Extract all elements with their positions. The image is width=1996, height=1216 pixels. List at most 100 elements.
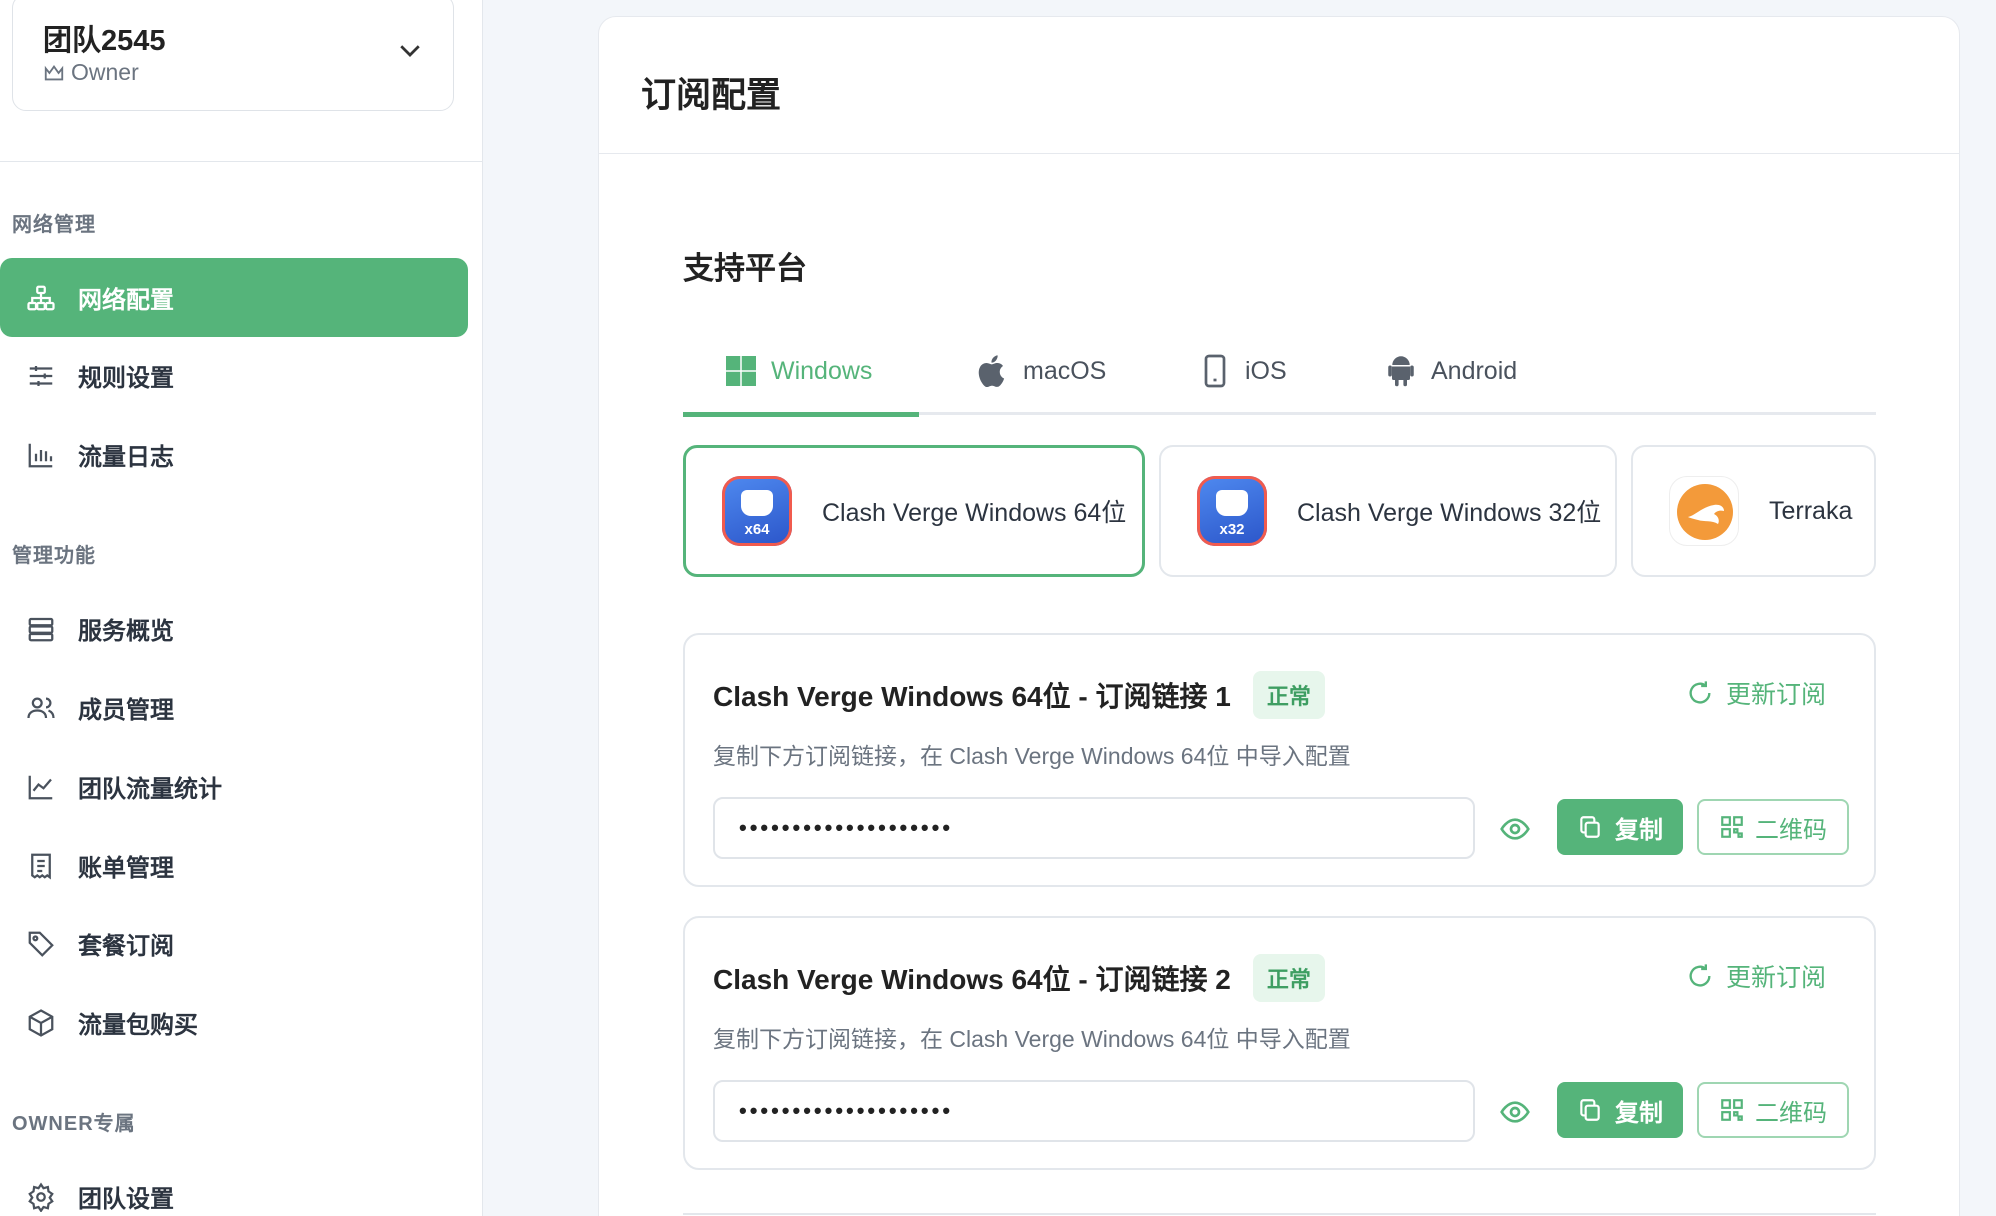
- refresh-subscription-button[interactable]: 更新订阅: [1686, 958, 1826, 994]
- terraka-icon: [1669, 476, 1739, 546]
- subscription-config-card: 订阅配置 支持平台 Windows macOS iOS Android x64 …: [598, 16, 1960, 1216]
- subscription-description: 复制下方订阅链接，在 Clash Verge Windows 64位 中导入配置: [713, 1026, 1351, 1052]
- eye-icon[interactable]: [1499, 1096, 1531, 1128]
- receipt-icon: [31, 853, 51, 879]
- status-badge: 正常: [1252, 671, 1325, 719]
- client-clash-verge-x64[interactable]: x64 Clash Verge Windows 64位: [683, 445, 1145, 577]
- qrcode-icon: [1721, 816, 1743, 838]
- qrcode-button[interactable]: 二维码: [1697, 799, 1849, 855]
- subscription-description: 复制下方订阅链接，在 Clash Verge Windows 64位 中导入配置: [713, 743, 1351, 769]
- sidebar-item-label: 网络配置: [78, 287, 174, 314]
- sidebar-item-rules[interactable]: 规则设置: [0, 336, 468, 415]
- team-name: 团队2545: [43, 25, 166, 57]
- sidebar-item-team-settings[interactable]: 团队设置: [0, 1157, 468, 1216]
- refresh-subscription-button[interactable]: 更新订阅: [1686, 675, 1826, 711]
- tag-icon: [28, 931, 54, 957]
- tab-label: Windows: [771, 356, 873, 385]
- copy-label: 复制: [1615, 1099, 1663, 1127]
- sidebar-item-network-config[interactable]: 网络配置: [0, 258, 468, 337]
- sidebar-item-label: 流量日志: [78, 444, 174, 471]
- qrcode-label: 二维码: [1755, 1099, 1827, 1127]
- sliders-icon: [29, 365, 53, 386]
- copy-button[interactable]: 复制: [1557, 799, 1683, 855]
- bar-chart-icon: [28, 443, 53, 467]
- qrcode-button[interactable]: 二维码: [1697, 1082, 1849, 1138]
- sidebar-item-billing[interactable]: 账单管理: [0, 826, 468, 905]
- sidebar-item-label: 成员管理: [78, 697, 174, 724]
- copy-label: 复制: [1615, 816, 1663, 844]
- apple-icon: [978, 355, 1005, 388]
- refresh-icon: [1689, 964, 1711, 987]
- team-switcher[interactable]: 团队2545 Owner: [12, 0, 454, 111]
- sidebar-item-plan-subscription[interactable]: 套餐订阅: [0, 904, 468, 983]
- subscription-title-text: Clash Verge Windows 64位 - 订阅链接 1: [713, 681, 1231, 712]
- sidebar-item-members[interactable]: 成员管理: [0, 668, 468, 747]
- client-label: Clash Verge Windows 64位: [822, 499, 1127, 527]
- clash-verge-icon: x32: [1197, 476, 1267, 546]
- subscription-link-field[interactable]: ••••••••••••••••••••: [713, 797, 1475, 859]
- tab-android[interactable]: Android: [1383, 327, 1517, 415]
- copy-icon: [1580, 1099, 1600, 1121]
- client-badge: x32: [1219, 521, 1245, 538]
- sidebar-item-label: 规则设置: [78, 365, 174, 392]
- tab-ios[interactable]: iOS: [1197, 327, 1287, 415]
- team-role-label: Owner: [71, 59, 139, 85]
- page-title: 订阅配置: [641, 76, 782, 115]
- refresh-icon: [1689, 681, 1711, 704]
- sidebar-item-label: 团队流量统计: [78, 776, 222, 803]
- sidebar-item-team-traffic[interactable]: 团队流量统计: [0, 747, 468, 826]
- client-label: Terraka: [1769, 496, 1853, 525]
- sidebar-item-traffic-log[interactable]: 流量日志: [0, 415, 468, 494]
- section-title-management: 管理功能: [12, 545, 96, 567]
- sidebar-item-label: 账单管理: [78, 855, 174, 882]
- android-icon: [1388, 356, 1414, 387]
- network-icon: [27, 285, 55, 310]
- box-icon: [28, 1008, 54, 1037]
- section-title-owner: OWNER专属: [12, 1113, 136, 1135]
- refresh-label: 更新订阅: [1725, 964, 1826, 992]
- line-chart-icon: [28, 775, 53, 799]
- gear-icon: [28, 1181, 54, 1212]
- tab-macos[interactable]: macOS: [975, 327, 1106, 415]
- active-tab-indicator: [683, 412, 919, 417]
- client-label: Clash Verge Windows 32位: [1297, 499, 1602, 527]
- client-terraka[interactable]: Terraka: [1631, 445, 1876, 577]
- client-badge: x64: [744, 521, 770, 538]
- subscription-card-1: Clash Verge Windows 64位 - 订阅链接 1 正常 更新订阅…: [683, 633, 1876, 887]
- sidebar-item-label: 团队设置: [78, 1186, 174, 1213]
- refresh-label: 更新订阅: [1725, 681, 1826, 709]
- platforms-title: 支持平台: [683, 251, 807, 286]
- subscription-card-2: Clash Verge Windows 64位 - 订阅链接 2 正常 更新订阅…: [683, 916, 1876, 1170]
- crown-icon: [44, 64, 64, 80]
- qrcode-icon: [1721, 1099, 1743, 1121]
- sidebar-item-label: 服务概览: [78, 618, 174, 645]
- qrcode-label: 二维码: [1755, 816, 1827, 844]
- clash-verge-icon: x64: [722, 476, 792, 546]
- section-title-network: 网络管理: [12, 214, 96, 236]
- tab-label: macOS: [1023, 356, 1107, 385]
- copy-icon: [1580, 816, 1600, 838]
- sidebar-item-label: 流量包购买: [78, 1012, 198, 1039]
- tab-windows[interactable]: Windows: [723, 327, 872, 415]
- subscription-link-field[interactable]: ••••••••••••••••••••: [713, 1080, 1475, 1142]
- sidebar-item-service-overview[interactable]: 服务概览: [0, 589, 468, 668]
- team-role: Owner: [43, 59, 139, 86]
- sidebar-item-label: 套餐订阅: [78, 933, 174, 960]
- subscription-title-text: Clash Verge Windows 64位 - 订阅链接 2: [713, 964, 1231, 995]
- copy-button[interactable]: 复制: [1557, 1082, 1683, 1138]
- windows-icon: [726, 356, 756, 386]
- eye-icon[interactable]: [1499, 813, 1531, 845]
- phone-icon: [1204, 354, 1226, 388]
- sidebar-divider: [0, 161, 483, 162]
- platform-tabs: Windows macOS iOS Android: [683, 327, 1876, 417]
- users-icon: [27, 697, 55, 718]
- status-badge: 正常: [1252, 954, 1325, 1002]
- tab-label: Android: [1431, 356, 1518, 385]
- client-clash-verge-x32[interactable]: x32 Clash Verge Windows 32位: [1159, 445, 1617, 577]
- card-divider: [599, 153, 1959, 154]
- chevron-down-icon[interactable]: [395, 35, 425, 65]
- next-card-edge: [683, 1213, 1876, 1215]
- server-icon: [28, 617, 54, 641]
- sidebar-item-traffic-package[interactable]: 流量包购买: [0, 983, 468, 1062]
- subscription-title: Clash Verge Windows 64位 - 订阅链接 2 正常: [713, 954, 1325, 1002]
